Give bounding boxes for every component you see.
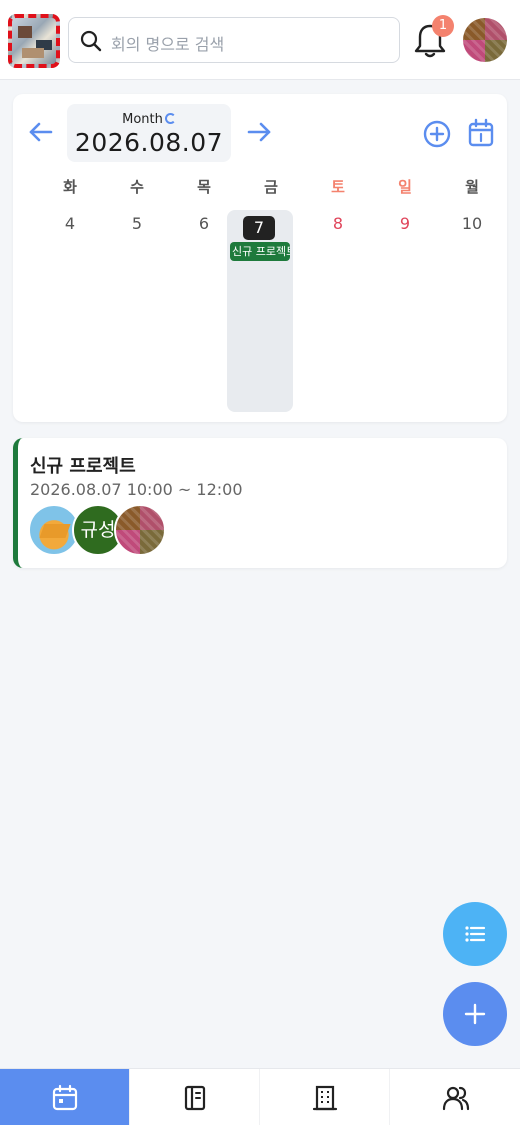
search-icon: [80, 30, 102, 52]
view-mode-label: Month: [122, 112, 163, 127]
notification-badge: 1: [432, 15, 454, 37]
weekday-label: 금: [264, 178, 278, 196]
weekday-label: 수: [130, 178, 144, 196]
logo-image-part: [22, 48, 44, 58]
weekday-label: 화: [63, 178, 77, 196]
notebook-icon: [184, 1085, 206, 1111]
event-title: 신규 프로젝트: [30, 456, 136, 477]
list-view-button[interactable]: [443, 902, 507, 966]
bottom-navigation: [0, 1068, 520, 1125]
list-icon: [465, 926, 486, 942]
user-avatar[interactable]: [463, 18, 507, 62]
tab-rooms[interactable]: [260, 1069, 390, 1125]
calendar-card: Month 2026.08.07 화 수 목 금 토 일 월 4 5 6 8 9…: [13, 94, 507, 422]
weekday-label: 월: [465, 178, 479, 196]
tab-calendar[interactable]: [0, 1069, 130, 1125]
selected-day[interactable]: 7: [243, 216, 275, 240]
refresh-icon: [164, 113, 176, 124]
day-cell-sunday[interactable]: 9: [372, 214, 438, 233]
app-logo[interactable]: [8, 14, 60, 68]
day-cell[interactable]: 6: [171, 214, 237, 233]
plus-circle-icon[interactable]: [423, 120, 451, 148]
weekday-label: 목: [197, 178, 211, 196]
arrow-left-icon[interactable]: [27, 120, 55, 144]
event-card[interactable]: 신규 프로젝트 2026.08.07 10:00 ~ 12:00 규성: [13, 438, 507, 568]
search-input[interactable]: 회의 명으로 검색: [68, 17, 400, 63]
day-cell[interactable]: 10: [439, 214, 505, 233]
current-date: 2026.08.07: [74, 128, 224, 157]
arrow-right-icon[interactable]: [245, 120, 273, 144]
calendar-icon[interactable]: [467, 118, 495, 148]
selected-day-column[interactable]: [227, 210, 293, 412]
day-cell[interactable]: 5: [104, 214, 170, 233]
day-cell-saturday[interactable]: 8: [305, 214, 371, 233]
plus-icon: [464, 1003, 486, 1025]
calendar-icon: [52, 1084, 78, 1111]
users-icon: [442, 1086, 470, 1111]
attendee-avatar: [114, 504, 166, 556]
tab-notes[interactable]: [130, 1069, 260, 1125]
calendar-event-chip[interactable]: 신규 프로젝트: [230, 242, 290, 261]
weekday-label-sunday: 일: [398, 178, 412, 196]
logo-image-part: [18, 26, 32, 38]
add-button[interactable]: [443, 982, 507, 1046]
event-time: 2026.08.07 10:00 ~ 12:00: [30, 480, 243, 499]
weekday-header: 화 수 목 금 토 일 월: [23, 176, 497, 200]
search-placeholder: 회의 명으로 검색: [111, 35, 225, 54]
tab-members[interactable]: [390, 1069, 520, 1125]
weekday-label-saturday: 토: [331, 178, 345, 196]
day-cell[interactable]: 4: [37, 214, 103, 233]
date-selector[interactable]: Month 2026.08.07: [67, 104, 231, 162]
top-header: 회의 명으로 검색 1: [0, 0, 520, 80]
building-icon: [312, 1085, 338, 1111]
view-mode-toggle[interactable]: Month: [67, 112, 231, 127]
